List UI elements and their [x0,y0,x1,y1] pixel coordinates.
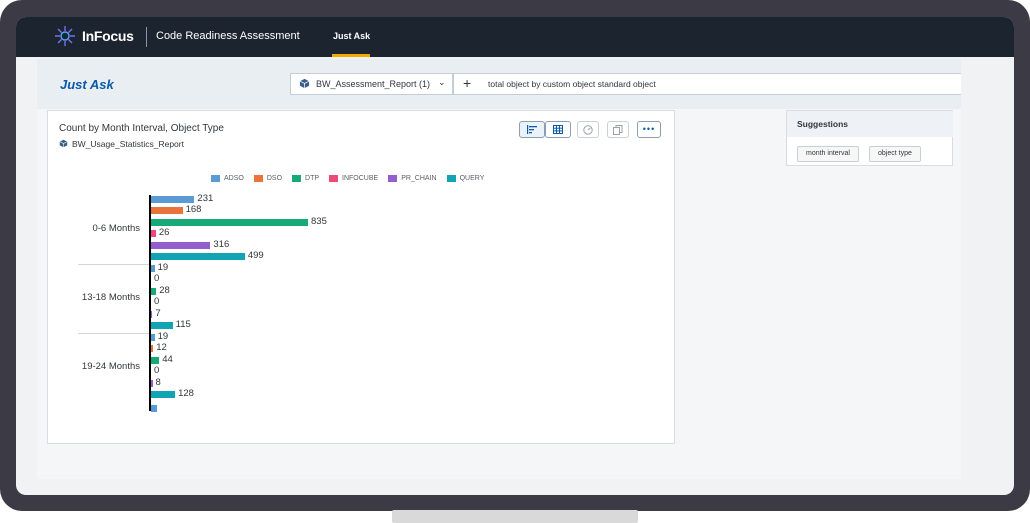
top-nav-bar: InFocus Code Readiness Assessment Just A… [16,17,1014,57]
data-label: 26 [158,227,170,239]
legend-label: DSO [266,175,283,182]
copy-button[interactable] [607,121,629,138]
bar-chart-icon [526,125,537,134]
legend-item[interactable]: PR_CHAIN [388,175,437,182]
suggestion-chip-object-type[interactable]: object type [869,146,921,162]
data-label: 8 [155,376,161,388]
suggestions-panel: Suggestions month interval object type [786,110,953,166]
legend-swatch [211,175,220,182]
table-button[interactable] [545,121,571,138]
bar-adso-2[interactable] [151,334,155,341]
category-separator [78,333,150,334]
nav-divider [146,27,147,47]
data-label: 128 [178,388,194,399]
legend-swatch [253,175,263,182]
category-label: 19-24 Months [81,361,140,372]
tab-just-ask[interactable]: Just Ask [333,31,370,41]
suggestions-title: Suggestions [797,119,849,129]
data-label: 0 [154,365,160,377]
bar-chart-button[interactable] [519,121,545,138]
gauge-icon [583,124,593,135]
copy-icon [613,124,623,135]
legend-swatch [329,175,339,182]
data-label: 12 [156,342,167,354]
bar-dso-0[interactable] [151,207,183,215]
chart-source: BW_Usage_Statistics_Report [72,139,184,149]
legend-item[interactable]: DTP [292,175,319,182]
bar-dtp-2[interactable] [151,356,160,364]
data-label: 231 [197,193,214,204]
active-tab-indicator [332,54,370,57]
add-icon[interactable]: + [463,75,471,91]
data-label: 316 [213,238,230,250]
legend-swatch [388,175,398,182]
more-button[interactable]: ••• [637,121,661,138]
gauge-button[interactable] [577,121,599,138]
data-label: 0 [154,273,160,285]
data-label: 19 [157,331,169,342]
bar-dtp-0[interactable] [151,218,308,226]
category-separator [78,264,150,265]
legend-item[interactable]: DSO [253,175,283,182]
legend-item[interactable]: QUERY [446,175,485,182]
page-title: Just Ask [60,77,114,92]
data-label: 835 [311,215,327,227]
chart-axis [149,195,151,411]
bar-pr_chain-1[interactable] [151,310,153,318]
model-selector[interactable]: BW_Assessment_Report (1) ⌄ [290,73,453,95]
suggestion-chip-month-interval[interactable]: month interval [797,146,859,162]
legend-swatch [446,175,456,182]
bar-query-1[interactable] [151,322,173,329]
more-icon: ••• [642,124,656,134]
infocus-logo-icon [55,26,75,46]
monitor-stand [392,510,638,523]
model-selector-label: BW_Assessment_Report (1) [316,79,431,89]
cube-icon [299,78,310,89]
app-title[interactable]: Code Readiness Assessment [156,30,300,42]
brand-name: InFocus [82,28,134,44]
data-label: 19 [157,262,169,273]
table-icon [553,125,563,134]
bar-pr_chain-2[interactable] [151,379,153,387]
bar-dso-2[interactable] [151,345,154,353]
suggestions-header: Suggestions [787,111,953,137]
cube-icon [59,139,68,148]
chart-legend: ADSO DSO DTP INFOCUBE PR_CHAIN QUERY [211,175,484,182]
bar-adso-1[interactable] [151,265,155,272]
data-label: 7 [155,307,161,319]
legend-label: INFOCUBE [342,175,379,182]
data-label: 499 [247,250,264,261]
bar-partial [151,405,157,412]
legend-label: DTP [305,175,320,182]
bar-adso-0[interactable] [151,196,195,203]
query-input[interactable]: + total object by custom object standard… [453,73,961,95]
data-label: 0 [154,296,160,308]
bar-infocube-0[interactable] [151,230,156,238]
chart-title: Count by Month Interval, Object Type [59,123,224,134]
chevron-down-icon[interactable]: ⌄ [438,77,446,88]
data-label: 115 [175,319,191,330]
data-label: 44 [162,353,173,365]
data-label: 28 [159,284,170,296]
legend-label: QUERY [459,175,485,182]
legend-label: PR_CHAIN [401,175,437,182]
query-text: total object by custom object standard o… [488,79,656,89]
legend-swatch [292,175,302,182]
legend-item[interactable]: ADSO [211,175,244,182]
category-label: 0-6 Months [92,223,140,234]
bar-dtp-1[interactable] [151,287,157,295]
legend-label: ADSO [224,175,244,182]
bar-query-0[interactable] [151,253,245,260]
category-label: 13-18 Months [81,292,140,303]
chart-card: Count by Month Interval, Object Type BW_… [47,110,675,444]
bar-pr_chain-0[interactable] [151,241,211,249]
data-label: 168 [185,204,202,216]
bar-query-2[interactable] [151,391,176,398]
legend-item[interactable]: INFOCUBE [329,175,378,182]
